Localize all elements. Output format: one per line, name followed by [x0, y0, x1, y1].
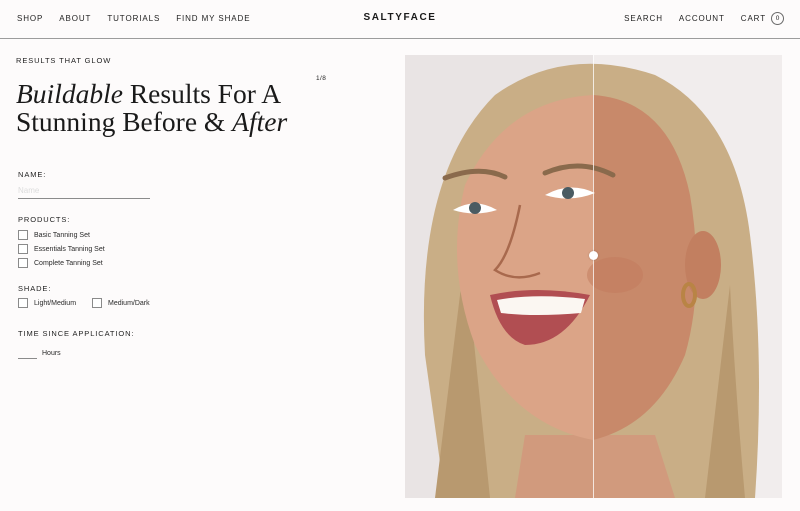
product-option-label: Basic Tanning Set	[34, 231, 90, 239]
product-option-label: Complete Tanning Set	[34, 259, 103, 267]
product-option-essentials[interactable]: Essentials Tanning Set	[18, 244, 105, 254]
section-eyebrow: RESULTS THAT GLOW	[16, 56, 112, 65]
shade-option-light-medium[interactable]: Light/Medium	[18, 298, 76, 308]
cart-count-badge: 0	[771, 12, 784, 25]
cart-label: CART	[740, 14, 766, 23]
hours-input[interactable]	[18, 358, 37, 359]
page-title: Buildable Results For A Stunning Before …	[16, 80, 326, 136]
name-input[interactable]	[18, 182, 150, 199]
products-label: PRODUCTS:	[18, 215, 71, 224]
checkbox[interactable]	[92, 298, 102, 308]
shade-option-label: Medium/Dark	[108, 299, 150, 307]
headline-italic-start: Buildable	[16, 78, 123, 109]
hours-unit-label: Hours	[42, 350, 61, 357]
checkbox[interactable]	[18, 298, 28, 308]
shade-label: SHADE:	[18, 284, 52, 293]
checkbox[interactable]	[18, 244, 28, 254]
site-header: SHOP ABOUT TUTORIALS FIND MY SHADE SALTY…	[0, 0, 800, 39]
time-label: TIME SINCE APPLICATION:	[18, 329, 135, 338]
shade-option-medium-dark[interactable]: Medium/Dark	[92, 298, 150, 308]
product-option-label: Essentials Tanning Set	[34, 245, 105, 253]
nav-search[interactable]: SEARCH	[624, 14, 663, 23]
headline-italic-end: After	[232, 106, 288, 137]
utility-nav: SEARCH ACCOUNT CART 0	[624, 12, 784, 25]
comparison-slider-handle[interactable]	[589, 251, 598, 260]
checkbox[interactable]	[18, 230, 28, 240]
cart-button[interactable]: CART 0	[741, 12, 784, 25]
checkbox[interactable]	[18, 258, 28, 268]
product-option-basic[interactable]: Basic Tanning Set	[18, 230, 90, 240]
name-label: NAME:	[18, 170, 47, 179]
shade-option-label: Light/Medium	[34, 299, 77, 307]
product-option-complete[interactable]: Complete Tanning Set	[18, 258, 103, 268]
comparison-divider[interactable]	[593, 55, 594, 498]
nav-account[interactable]: ACCOUNT	[679, 14, 725, 23]
